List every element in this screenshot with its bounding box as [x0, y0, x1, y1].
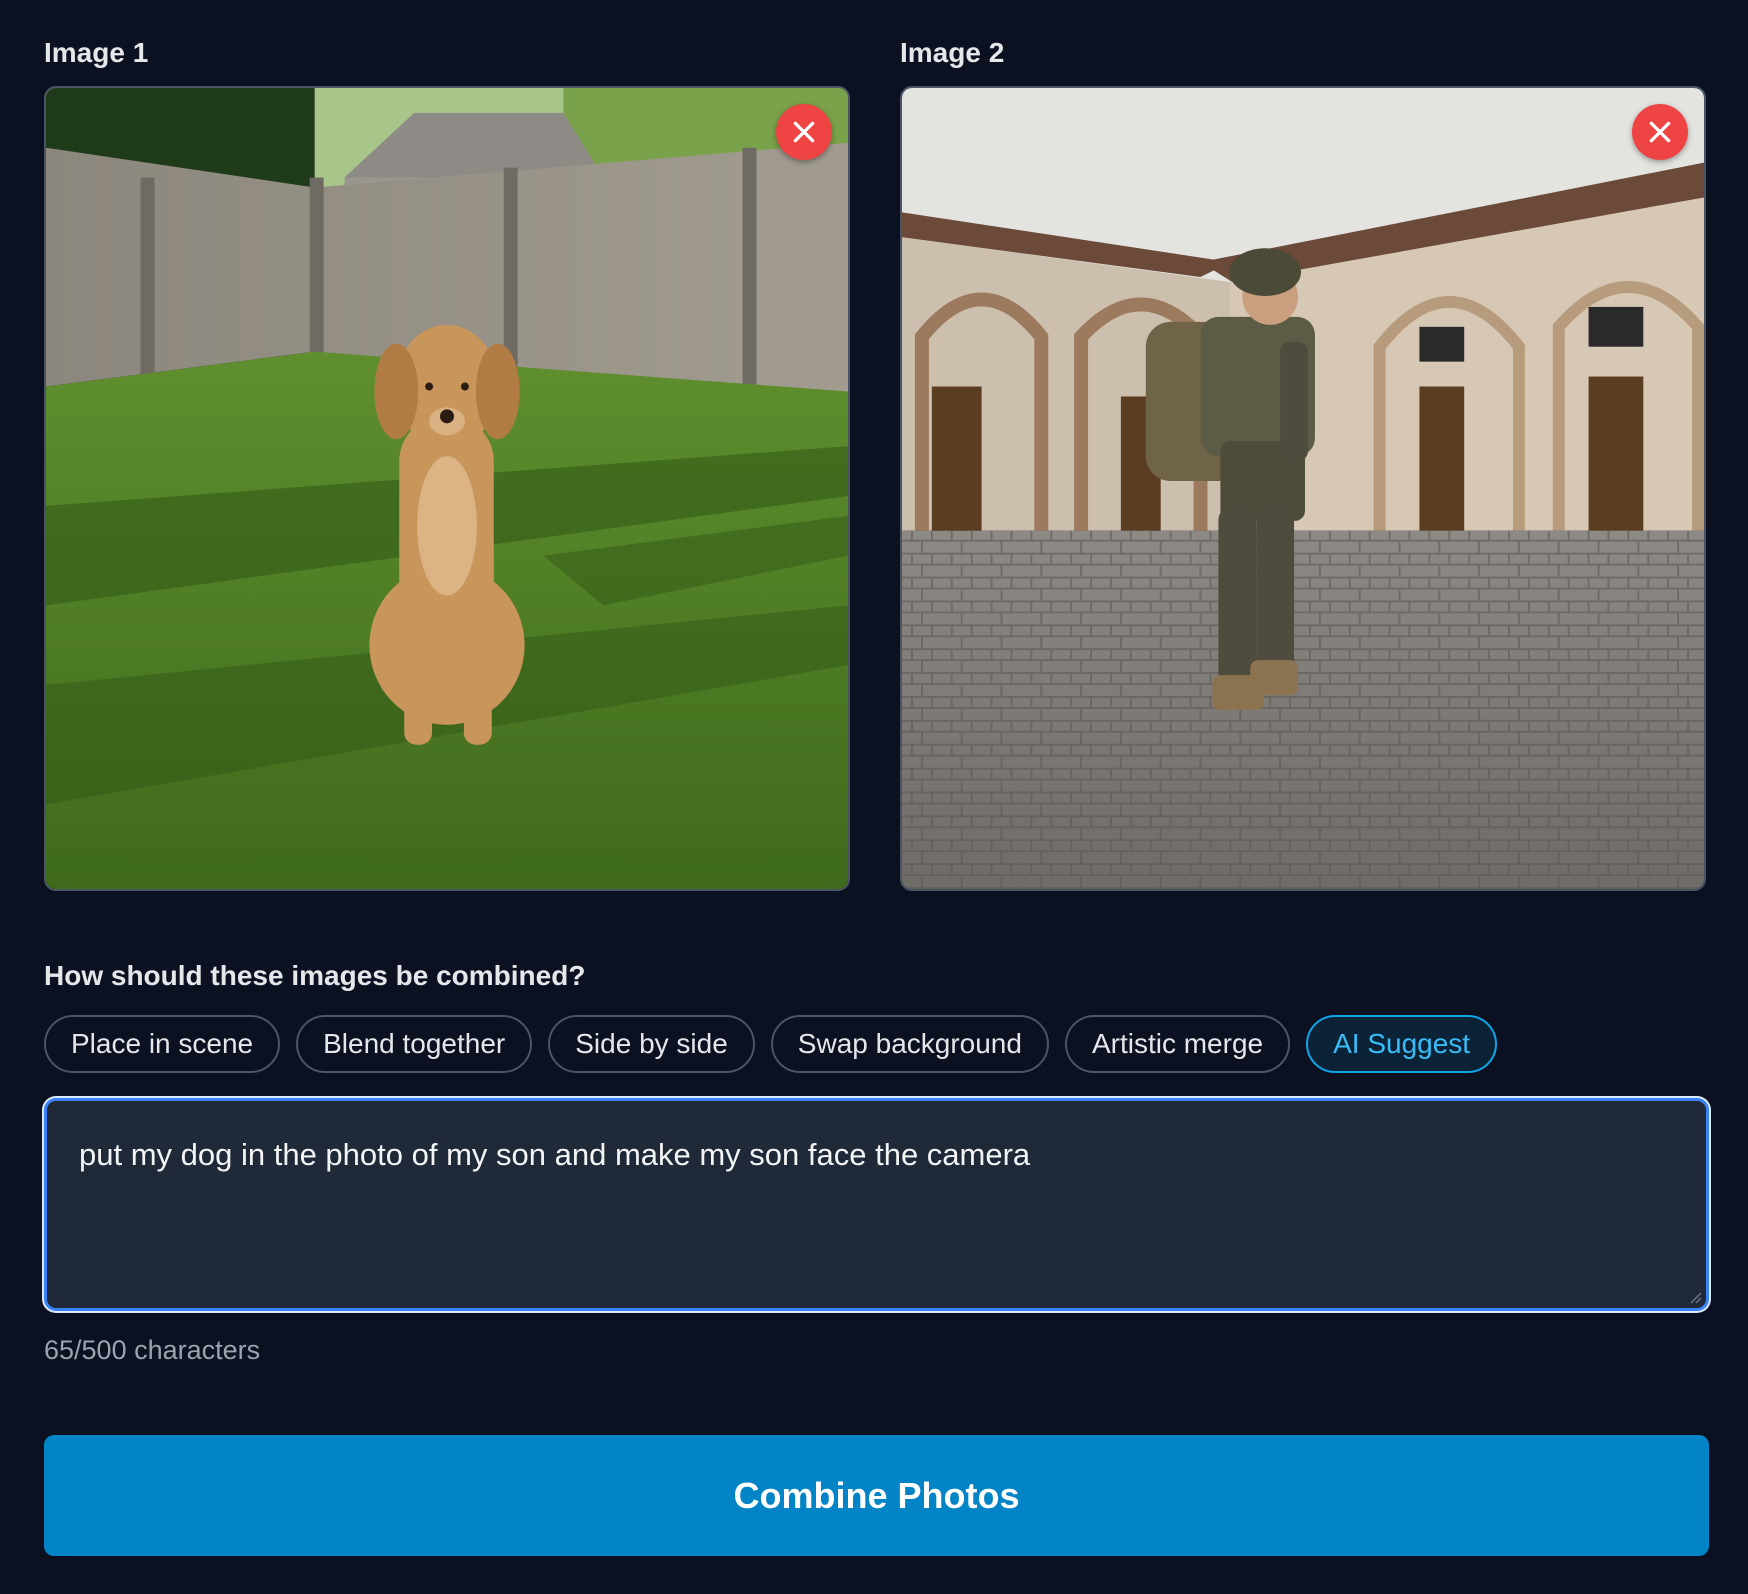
option-artistic-merge[interactable]: Artistic merge — [1064, 1015, 1291, 1073]
image-2-label: Image 2 — [900, 37, 1005, 68]
image-1-preview — [44, 86, 850, 891]
option-blend-together[interactable]: Blend together — [296, 1015, 533, 1073]
combine-options: Place in scene Blend together Side by si… — [44, 1015, 1498, 1073]
combine-photos-button[interactable]: Combine Photos — [44, 1435, 1709, 1556]
option-side-by-side[interactable]: Side by side — [548, 1015, 755, 1073]
dog-photo — [46, 88, 848, 889]
remove-image-2-button[interactable] — [1632, 104, 1688, 160]
option-swap-background[interactable]: Swap background — [770, 1015, 1049, 1073]
combine-photos-label: Combine Photos — [733, 1474, 1020, 1516]
image-1-label: Image 1 — [44, 37, 149, 68]
prompt-input[interactable]: put my dog in the photo of my son and ma… — [44, 1098, 1709, 1311]
remove-image-1-button[interactable] — [776, 104, 832, 160]
resize-grip-icon[interactable] — [1688, 1290, 1702, 1304]
combine-question: How should these images be combined? — [44, 960, 586, 991]
soldier-photo — [902, 88, 1704, 889]
image-slot-1: Image 1 — [44, 34, 850, 891]
option-place-in-scene[interactable]: Place in scene — [44, 1015, 281, 1073]
images-row: Image 1 Image 2 — [44, 34, 1707, 891]
prompt-text: put my dog in the photo of my son and ma… — [79, 1137, 1031, 1172]
combine-photos-page: Image 1 Image 2 How should these images … — [0, 0, 1748, 1594]
character-count: 65/500 characters — [44, 1335, 261, 1365]
image-slot-2: Image 2 — [900, 34, 1706, 891]
option-ai-suggest[interactable]: AI Suggest — [1306, 1015, 1498, 1073]
close-icon — [793, 121, 815, 143]
image-2-preview — [900, 86, 1706, 891]
close-icon — [1649, 121, 1671, 143]
